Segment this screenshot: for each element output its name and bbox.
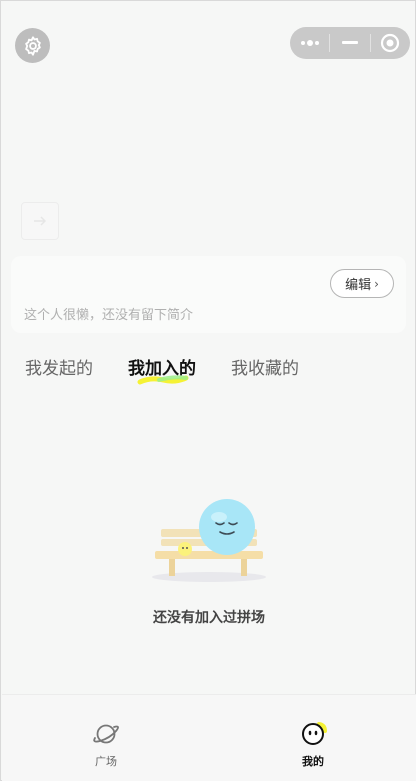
profile-card: 编辑 › 这个人很懒，还没有留下简介	[11, 256, 406, 333]
avatar[interactable]	[21, 202, 59, 240]
tab-initiated[interactable]: 我发起的	[25, 354, 93, 379]
tab-favorited[interactable]: 我收藏的	[231, 354, 299, 379]
bottom-tab-bar: 广场 我的	[2, 694, 416, 781]
app-frame: 编辑 › 这个人很懒，还没有留下简介 我发起的 我加入的 我收藏的 还没有加入过…	[0, 0, 416, 781]
active-tab-indicator	[137, 375, 189, 385]
mini-program-capsule	[290, 27, 410, 59]
settings-button[interactable]	[15, 28, 50, 63]
empty-state-illustration	[152, 499, 266, 582]
tabbar-label-plaza: 广场	[95, 755, 117, 768]
empty-state-message: 还没有加入过拼场	[153, 610, 265, 626]
gear-icon	[24, 35, 41, 56]
profile-bio: 这个人很懒，还没有留下简介	[24, 308, 194, 323]
more-dots-icon	[300, 40, 319, 46]
chevron-right-icon: ›	[374, 276, 379, 291]
tab-bar-top: 我发起的 我加入的 我收藏的	[1, 351, 416, 391]
minimize-icon	[341, 41, 358, 44]
target-circle-icon	[381, 33, 400, 53]
tabbar-item-mine[interactable]: 我的	[283, 721, 343, 769]
planet-icon	[93, 724, 119, 744]
tabbar-item-plaza[interactable]: 广场	[76, 721, 136, 769]
minimize-button[interactable]	[330, 27, 369, 59]
tabbar-label-mine: 我的	[302, 755, 324, 768]
arrow-right-icon	[34, 216, 47, 226]
edit-label: 编辑	[345, 278, 372, 293]
edit-profile-button[interactable]: 编辑 ›	[330, 269, 394, 298]
close-button[interactable]	[371, 27, 410, 59]
smiley-face-icon	[302, 722, 327, 745]
more-button[interactable]	[290, 27, 329, 59]
